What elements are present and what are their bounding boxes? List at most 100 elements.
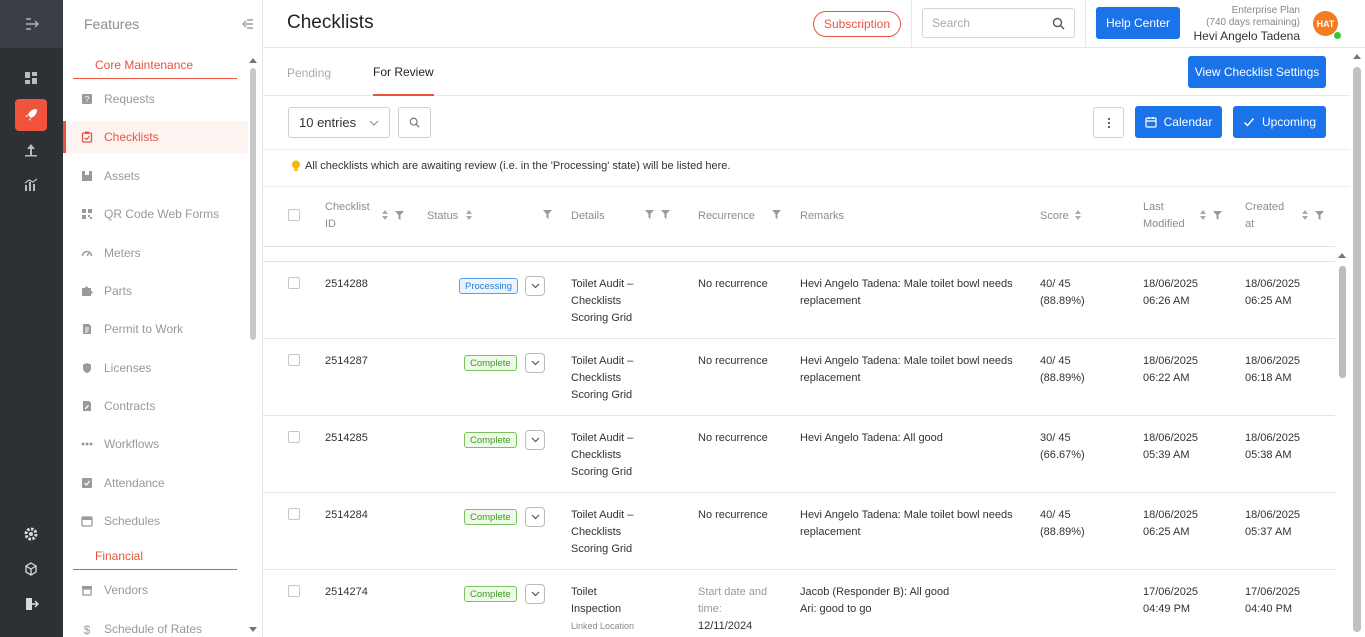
user-name[interactable]: Hevi Angelo Tadena bbox=[1188, 29, 1300, 43]
sidebar-item-attendance[interactable]: Attendance bbox=[63, 467, 248, 499]
column-header-created-at[interactable]: Created at bbox=[1245, 199, 1284, 233]
table-row[interactable]: 2514288 Processing Toilet Audit – Checkli… bbox=[263, 262, 1335, 339]
cell-remarks: Hevi Angelo Tadena: All good bbox=[800, 432, 943, 444]
cell-checklist-id[interactable]: 2514284 bbox=[325, 507, 368, 524]
cell-score: 40/ 45 (88.89%) bbox=[1040, 278, 1085, 307]
rail-settings-button[interactable] bbox=[15, 518, 47, 550]
features-scrollbar[interactable] bbox=[249, 58, 257, 632]
cell-created-at: 17/06/2025 04:40 PM bbox=[1245, 586, 1301, 615]
filter-icon[interactable] bbox=[645, 210, 654, 219]
sidebar-item-contracts[interactable]: Contracts bbox=[63, 390, 248, 422]
filter-icon[interactable] bbox=[543, 210, 552, 219]
sidebar-item-schedule-of-rates[interactable]: $ Schedule of Rates bbox=[63, 613, 248, 637]
view-checklist-settings-button[interactable]: View Checklist Settings bbox=[1188, 56, 1326, 88]
column-header-checklist-id[interactable]: Checklist ID bbox=[325, 199, 370, 233]
select-all-checkbox[interactable] bbox=[288, 209, 300, 221]
expand-row-button[interactable] bbox=[525, 430, 545, 450]
sidebar-item-requests[interactable]: ? Requests bbox=[63, 83, 248, 115]
expand-row-button[interactable] bbox=[525, 584, 545, 604]
table-scrollbar[interactable] bbox=[1337, 249, 1347, 637]
cell-created-at: 18/06/2025 05:37 AM bbox=[1245, 509, 1301, 538]
cell-checklist-id[interactable]: 2514274 bbox=[325, 584, 368, 601]
search-icon[interactable] bbox=[1052, 17, 1065, 30]
column-header-recurrence[interactable]: Recurrence bbox=[698, 208, 755, 225]
sort-icon[interactable] bbox=[1075, 210, 1081, 220]
filter-icon[interactable] bbox=[1213, 210, 1222, 220]
help-center-button[interactable]: Help Center bbox=[1096, 7, 1180, 39]
row-checkbox[interactable] bbox=[288, 354, 300, 366]
row-checkbox[interactable] bbox=[288, 585, 300, 597]
sidebar-item-vendors[interactable]: Vendors bbox=[63, 574, 248, 606]
sidebar-item-assets[interactable]: Assets bbox=[63, 160, 248, 192]
status-badge: Complete bbox=[464, 355, 517, 371]
sort-icon[interactable] bbox=[1200, 210, 1206, 220]
sidebar-item-checklists[interactable]: Checklists bbox=[63, 121, 248, 153]
column-header-last-modified[interactable]: Last Modified bbox=[1143, 199, 1185, 233]
filter-icon[interactable] bbox=[395, 210, 404, 220]
main-scrollbar-thumb[interactable] bbox=[1353, 67, 1361, 632]
table-row[interactable]: 2514287 Complete Toilet Audit – Checklist… bbox=[263, 339, 1335, 416]
sort-icon[interactable] bbox=[382, 210, 388, 220]
cell-checklist-id[interactable]: 2514288 bbox=[325, 276, 368, 293]
sidebar-item-permit-to-work[interactable]: Permit to Work bbox=[63, 313, 248, 345]
search-input[interactable] bbox=[932, 16, 1052, 30]
cell-remarks: Hevi Angelo Tadena: Male toilet bowl nee… bbox=[800, 355, 1013, 384]
tab-pending[interactable]: Pending bbox=[287, 49, 331, 96]
rail-package-button[interactable] bbox=[15, 553, 47, 585]
features-scrollbar-thumb[interactable] bbox=[250, 68, 256, 340]
chevron-down-icon bbox=[531, 591, 539, 597]
tab-for-review[interactable]: For Review bbox=[373, 49, 434, 96]
filter-icon[interactable] bbox=[661, 210, 670, 219]
sort-icon[interactable] bbox=[1302, 210, 1308, 220]
upload-chart-icon bbox=[25, 144, 37, 157]
rail-dashboard-button[interactable] bbox=[15, 62, 47, 94]
cell-recurrence: No recurrence bbox=[698, 509, 768, 521]
expand-row-button[interactable] bbox=[525, 276, 545, 296]
cell-score: 40/ 45 (88.89%) bbox=[1040, 509, 1085, 538]
more-options-button[interactable] bbox=[1093, 107, 1124, 138]
sidebar-item-schedules[interactable]: Schedules bbox=[63, 505, 248, 537]
status-badge: Complete bbox=[464, 509, 517, 525]
sidebar-item-licenses[interactable]: Licenses bbox=[63, 352, 248, 384]
sidebar-item-meters[interactable]: Meters bbox=[63, 237, 248, 269]
subscription-button[interactable]: Subscription bbox=[813, 11, 901, 37]
features-sidebar: Features Core Maintenance ? Requests Che… bbox=[63, 0, 263, 637]
column-header-status[interactable]: Status bbox=[427, 208, 458, 225]
rail-features-button[interactable] bbox=[15, 99, 47, 131]
upcoming-button[interactable]: Upcoming bbox=[1233, 106, 1326, 138]
row-checkbox[interactable] bbox=[288, 277, 300, 289]
rail-analytics-button[interactable] bbox=[15, 169, 47, 201]
collapse-sidebar-icon[interactable] bbox=[242, 18, 254, 30]
sort-icon[interactable] bbox=[466, 210, 472, 220]
row-checkbox[interactable] bbox=[288, 508, 300, 520]
filter-icon[interactable] bbox=[772, 210, 781, 219]
column-header-details[interactable]: Details bbox=[571, 208, 605, 225]
column-header-score[interactable]: Score bbox=[1040, 208, 1069, 225]
gauge-icon bbox=[81, 247, 93, 259]
table-row[interactable]: 2514285 Complete Toilet Audit – Checklist… bbox=[263, 416, 1335, 493]
table-row[interactable]: 2514284 Complete Toilet Audit – Checklist… bbox=[263, 493, 1335, 570]
cell-checklist-id[interactable]: 2514287 bbox=[325, 353, 368, 370]
calendar-icon bbox=[1145, 116, 1157, 128]
row-checkbox[interactable] bbox=[288, 431, 300, 443]
filter-search-button[interactable] bbox=[398, 107, 431, 138]
entries-select[interactable]: 10 entries bbox=[288, 107, 390, 138]
app-rail bbox=[0, 0, 63, 637]
rail-reports-button[interactable] bbox=[15, 134, 47, 166]
section-financial: Financial bbox=[73, 549, 237, 570]
main-scrollbar[interactable] bbox=[1352, 52, 1362, 637]
column-header-remarks[interactable]: Remarks bbox=[800, 208, 844, 225]
chevron-down-icon bbox=[531, 514, 539, 520]
rail-logout-button[interactable] bbox=[15, 588, 47, 620]
sidebar-item-workflows[interactable]: Workflows bbox=[63, 428, 248, 460]
sidebar-item-parts[interactable]: Parts bbox=[63, 275, 248, 307]
expand-row-button[interactable] bbox=[525, 353, 545, 373]
filter-icon[interactable] bbox=[1315, 210, 1324, 220]
cell-checklist-id[interactable]: 2514285 bbox=[325, 430, 368, 447]
table-scrollbar-thumb[interactable] bbox=[1339, 266, 1346, 378]
expand-rail-button[interactable] bbox=[0, 0, 63, 48]
sidebar-item-qr-code-web-forms[interactable]: QR Code Web Forms bbox=[63, 198, 248, 230]
calendar-button[interactable]: Calendar bbox=[1135, 106, 1222, 138]
table-row[interactable]: 2514274 Complete Toilet Inspection Linked … bbox=[263, 570, 1335, 637]
expand-row-button[interactable] bbox=[525, 507, 545, 527]
